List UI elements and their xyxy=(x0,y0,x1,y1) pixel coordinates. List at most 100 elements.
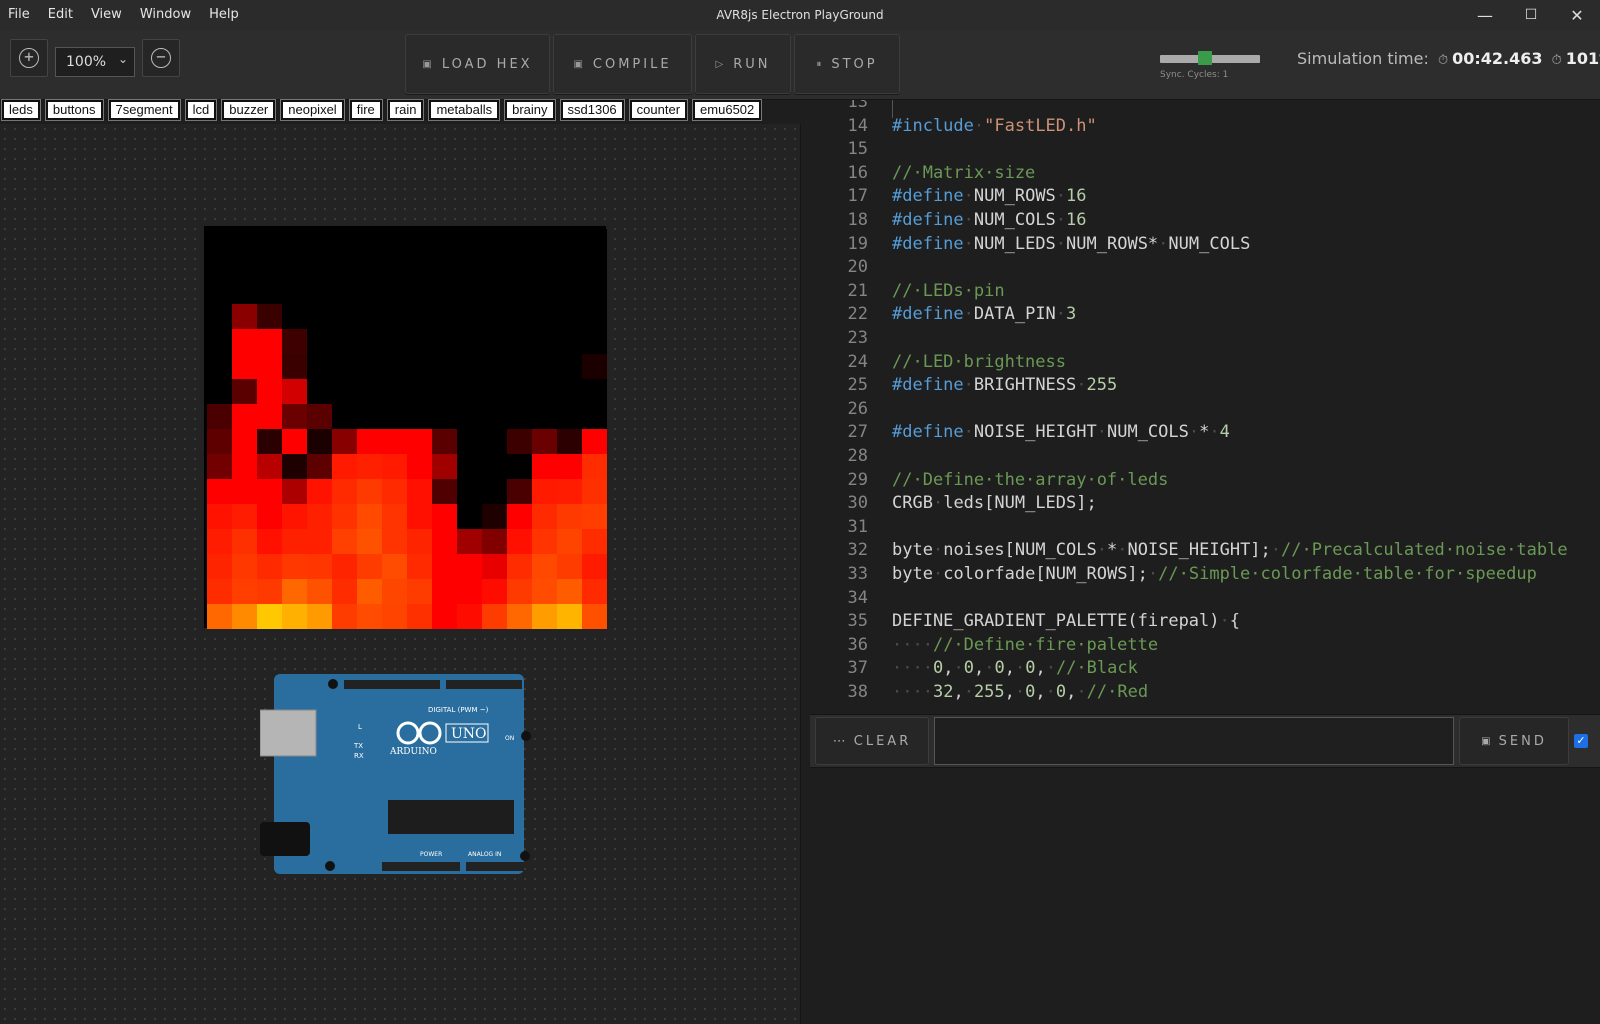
code-line[interactable]: 23 xyxy=(810,326,1600,350)
code-line[interactable]: 20 xyxy=(810,255,1600,279)
code-token: CRGB xyxy=(892,493,933,514)
led-pixel xyxy=(532,279,557,304)
led-pixel xyxy=(507,529,532,554)
tab-ssd1306[interactable]: ssd1306 xyxy=(559,99,625,121)
menu-bar: File Edit View Window Help xyxy=(0,0,248,30)
code-line[interactable]: 22 #define·DATA_PIN·3 xyxy=(810,302,1600,326)
run-button[interactable]: ▷ RUN xyxy=(695,34,791,94)
led-tx-label: TX xyxy=(353,742,363,750)
zoom-in-button[interactable]: + xyxy=(10,39,48,77)
code-line[interactable]: 30 CRGB·leds[NUM_LEDS]; xyxy=(810,491,1600,515)
close-button[interactable]: ✕ xyxy=(1554,0,1600,30)
zoom-select[interactable]: 100% ⌄ xyxy=(55,47,135,77)
code-token: · xyxy=(1117,540,1128,561)
code-line[interactable]: 27 #define·NOISE_HEIGHT·NUM_COLS·*·4 xyxy=(810,420,1600,444)
code-line[interactable]: 28 xyxy=(810,444,1600,468)
tab-leds[interactable]: leds xyxy=(1,99,41,121)
code-line[interactable]: 17 #define·NUM_ROWS·16 xyxy=(810,184,1600,208)
led-pixel xyxy=(582,354,607,379)
code-token: 0 xyxy=(1025,682,1036,702)
led-pixel xyxy=(357,479,382,504)
led-pixel xyxy=(332,279,357,304)
led-pixel xyxy=(332,229,357,254)
code-line[interactable]: 14 #include·"FastLED.h" xyxy=(810,114,1600,138)
led-pixel xyxy=(307,504,332,529)
code-line[interactable]: 16 //·Matrix·size xyxy=(810,161,1600,185)
code-line[interactable]: 38 ····32,·255,·0,·0,·//·Red xyxy=(810,680,1600,704)
tab-brainy[interactable]: brainy xyxy=(504,99,556,121)
code-line[interactable]: 35 DEFINE_GRADIENT_PALETTE(firepal)·{ xyxy=(810,609,1600,633)
led-pixel xyxy=(382,604,407,629)
tab-buzzer[interactable]: buzzer xyxy=(221,99,277,121)
send-button[interactable]: ▣ SEND xyxy=(1459,717,1569,765)
led-pixel xyxy=(257,429,282,454)
simulation-time-value: 00:42.463 xyxy=(1452,49,1543,68)
load-hex-button[interactable]: ▣ LOAD HEX xyxy=(405,34,550,94)
led-pixel xyxy=(482,429,507,454)
code-text: #define·NUM_ROWS·16 xyxy=(892,184,1087,208)
code-line[interactable]: 37 ····0,·0,·0,·0,·//·Black xyxy=(810,656,1600,680)
led-pixel xyxy=(307,304,332,329)
code-line[interactable]: 34 xyxy=(810,586,1600,610)
code-line[interactable]: 33 byte·colorfade[NUM_ROWS];·//·Simple·co… xyxy=(810,562,1600,586)
autoscroll-checkbox[interactable]: ✓ xyxy=(1574,734,1588,748)
sync-cycles-slider-thumb[interactable] xyxy=(1198,51,1212,65)
led-pixel xyxy=(507,604,532,629)
minimize-button[interactable]: — xyxy=(1462,0,1508,30)
tab-metaballs[interactable]: metaballs xyxy=(428,99,501,121)
tab-neopixel[interactable]: neopixel xyxy=(280,99,345,121)
zoom-out-button[interactable]: − xyxy=(142,39,180,77)
code-line[interactable]: 36 ····//·Define·fire·palette xyxy=(810,633,1600,657)
code-line[interactable]: 21 //·LEDs·pin xyxy=(810,279,1600,303)
power-jack xyxy=(260,822,310,856)
code-line[interactable]: 29 //·Define·the·array·of·leds xyxy=(810,468,1600,492)
menu-view[interactable]: View xyxy=(82,0,131,30)
code-token: //·Red xyxy=(1086,682,1149,702)
menu-file[interactable]: File xyxy=(0,0,39,30)
serial-input[interactable] xyxy=(934,717,1454,765)
clear-button[interactable]: ⋯ CLEAR xyxy=(815,717,929,765)
tab-emu6502[interactable]: emu6502 xyxy=(692,99,763,121)
code-line[interactable]: 18 #define·NUM_COLS·16 xyxy=(810,208,1600,232)
mount-hole xyxy=(521,731,531,741)
code-token: 0 xyxy=(1025,658,1036,679)
led-pixel xyxy=(307,429,332,454)
maximize-button[interactable]: ☐ xyxy=(1508,0,1554,30)
code-token: · xyxy=(963,422,974,443)
led-pixel xyxy=(232,429,257,454)
led-pixel xyxy=(357,229,382,254)
led-pixel xyxy=(357,329,382,354)
led-pixel xyxy=(482,279,507,304)
tab-fire[interactable]: fire xyxy=(348,99,383,121)
code-line[interactable]: 25 #define·BRIGHTNESS·255 xyxy=(810,373,1600,397)
code-line[interactable]: 26 xyxy=(810,397,1600,421)
led-pixel xyxy=(307,329,332,354)
code-line[interactable]: 15 xyxy=(810,137,1600,161)
tab-lcd[interactable]: lcd xyxy=(184,99,218,121)
code-line[interactable]: 24 //·LED·brightness xyxy=(810,350,1600,374)
stop-button[interactable]: ⏸ STOP xyxy=(794,34,900,94)
tab-rain[interactable]: rain xyxy=(386,99,425,121)
menu-help[interactable]: Help xyxy=(200,0,248,30)
simulation-time: Simulation time: ⏱00:42.463 ⏱101% xyxy=(1297,49,1600,68)
code-text: #define·NUM_COLS·16 xyxy=(892,208,1087,232)
compile-button[interactable]: ▣ COMPILE xyxy=(553,34,692,94)
code-line[interactable]: 32 byte·noises[NUM_COLS·*·NOISE_HEIGHT];·… xyxy=(810,538,1600,562)
led-pixel xyxy=(482,354,507,379)
led-pixel xyxy=(207,404,232,429)
tab-counter[interactable]: counter xyxy=(628,99,689,121)
code-line[interactable]: 13 xyxy=(810,100,1600,114)
line-number: 25 xyxy=(847,375,868,396)
led-pixel xyxy=(482,454,507,479)
menu-window[interactable]: Window xyxy=(131,0,200,30)
menu-edit[interactable]: Edit xyxy=(39,0,82,30)
title-bar: File Edit View Window Help AVR8js Electr… xyxy=(0,0,1600,30)
code-token: · xyxy=(932,564,944,584)
tab-buttons[interactable]: buttons xyxy=(44,99,104,121)
code-text: ····//·Define·fire·palette xyxy=(892,633,1158,657)
tab-7segment[interactable]: 7segment xyxy=(107,99,181,121)
led-pixel xyxy=(457,304,482,329)
code-line[interactable]: 19 #define·NUM_LEDS·NUM_ROWS*·NUM_COLS xyxy=(810,232,1600,256)
code-line[interactable]: 31 xyxy=(810,515,1600,539)
code-editor[interactable]: 13 14 #include·"FastLED.h" 15 16//·Matrix·si… xyxy=(810,100,1600,714)
